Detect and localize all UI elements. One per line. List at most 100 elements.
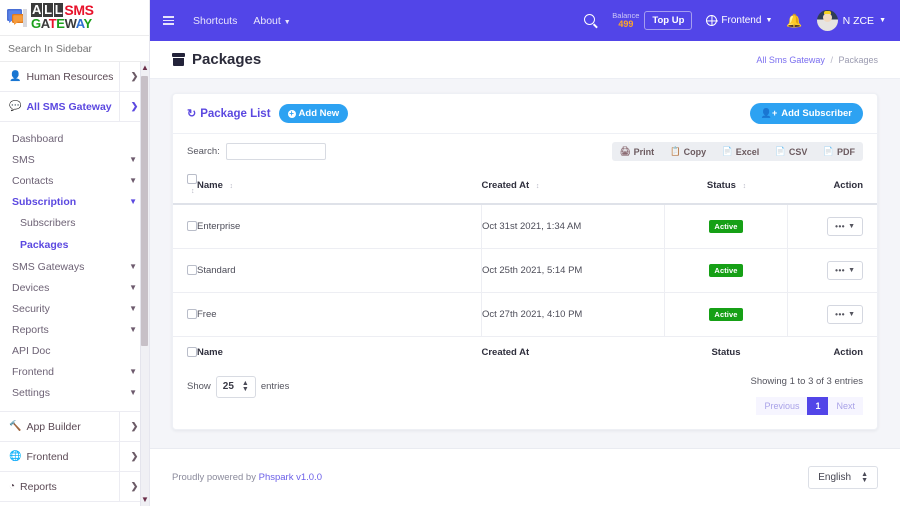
sort-icon[interactable]: ↕ — [230, 183, 233, 190]
cell-name: Enterprise — [197, 204, 482, 249]
sidebar-item-human-resources[interactable]: 👤 Human Resources ❯ — [0, 62, 149, 92]
language-select[interactable]: English ▲ ▼ — [808, 465, 878, 490]
chevron-down-icon[interactable]: ▼ — [129, 388, 137, 397]
cell-name: Standard — [197, 248, 482, 293]
table-foot: Name Created At Status Action — [173, 336, 877, 368]
select-all-checkbox-footer[interactable] — [187, 347, 197, 358]
page-size-select[interactable]: 25 ▲ ▼ — [215, 376, 256, 398]
chevron-down-icon[interactable]: ▼ — [129, 367, 137, 376]
cell-status: Active — [664, 292, 788, 337]
card-header: ↻ Package List + Add New 👤+ Add Subscrib… — [173, 94, 877, 134]
sidebar-subitem-sms-gateways[interactable]: SMS Gateways ▼ — [0, 256, 149, 277]
sort-icon[interactable]: ↕ — [536, 183, 539, 190]
sidebar-item-label: App Builder — [26, 420, 81, 433]
sidebar-subitem-subscription[interactable]: Subscription ▼ — [0, 191, 149, 212]
sidebar-subitem-frontend[interactable]: Frontend ▼ — [0, 361, 149, 382]
sidebar-item-all-sms-gateway[interactable]: 💬 All SMS Gateway ❯ — [0, 92, 149, 122]
chevron-down-icon: ▼ — [848, 267, 855, 274]
balance-display: Balance 499 — [612, 11, 639, 29]
breadcrumb-root-link[interactable]: All Sms Gateway — [756, 55, 825, 65]
app-logo[interactable]: A L L SMS GATEWAY — [6, 3, 94, 32]
chevron-down-icon[interactable]: ▼ — [129, 325, 137, 334]
table-row[interactable]: Enterprise Oct 31st 2021, 1:34 AM Active ••… — [173, 204, 877, 249]
sidebar-subitem-reports[interactable]: Reports ▼ — [0, 319, 149, 340]
row-checkbox[interactable] — [187, 221, 197, 232]
sidebar-subitem-label: Security — [12, 302, 50, 315]
package-list-title: ↻ Package List — [187, 107, 271, 121]
globe-icon: 🌐 — [9, 451, 22, 462]
pagination-page-1[interactable]: 1 — [807, 397, 829, 415]
scroll-up-arrow[interactable]: ▲ — [141, 63, 149, 73]
sidebar-subitem-sms[interactable]: SMS ▼ — [0, 149, 149, 170]
sidebar-subitem-contacts[interactable]: Contacts ▼ — [0, 170, 149, 191]
sidebar-item-reports-bottom[interactable]: ◔ Reports ❯ — [0, 472, 149, 502]
export-excel-button[interactable]: 📄 Excel — [714, 142, 767, 161]
pagination-next[interactable]: Next — [828, 397, 863, 415]
sidebar-subitem-api-doc[interactable]: API Doc — [0, 340, 149, 361]
add-new-button[interactable]: + Add New — [278, 104, 349, 123]
column-header-created-at[interactable]: Created At ↕ — [481, 167, 665, 205]
row-checkbox[interactable] — [187, 265, 197, 276]
refresh-icon[interactable]: ↻ — [187, 107, 196, 120]
chevron-down-icon[interactable]: ▼ — [129, 262, 137, 271]
sort-icon[interactable]: ↕ — [743, 183, 746, 190]
table-row[interactable]: Standard Oct 25th 2021, 5:14 PM Active ••• ▼ — [173, 248, 877, 293]
sidebar-scrollbar[interactable]: ▲ ▼ — [140, 62, 149, 506]
powered-by-link[interactable]: Phspark v1.0.0 — [259, 472, 322, 483]
chevron-down-icon: ▼ — [848, 223, 855, 230]
hamburger-icon[interactable] — [160, 13, 177, 28]
sidebar-subitem-security[interactable]: Security ▼ — [0, 298, 149, 319]
sidebar-scroll-area: 👤 Human Resources ❯ 💬 All SMS Gateway ❯ Dashbo… — [0, 62, 149, 506]
sidebar-search[interactable] — [0, 36, 149, 62]
add-subscriber-button[interactable]: 👤+ Add Subscriber — [749, 103, 863, 124]
chevron-down-icon[interactable]: ▼ — [129, 304, 137, 313]
nav-link-about[interactable]: About ▼ — [253, 15, 290, 27]
sidebar-subitem-label: Packages — [20, 239, 69, 251]
sidebar-subitem-packages[interactable]: Packages — [0, 234, 149, 256]
sidebar-item-app-builder-bottom[interactable]: 🔨 App Builder ❯ — [0, 412, 149, 442]
sort-icon[interactable]: ↕ — [191, 188, 194, 195]
table-row[interactable]: Free Oct 27th 2021, 4:10 PM Active ••• ▼ — [173, 292, 877, 337]
sidebar-subitem-devices[interactable]: Devices ▼ — [0, 277, 149, 298]
sidebar-scroll-thumb[interactable] — [141, 76, 148, 346]
pagination-previous[interactable]: Previous — [756, 397, 808, 415]
sidebar-subitem-dashboard[interactable]: Dashboard — [0, 128, 149, 149]
sidebar-subitem-settings[interactable]: Settings ▼ — [0, 382, 149, 403]
export-csv-button[interactable]: 📄 CSV — [767, 142, 815, 161]
export-copy-button[interactable]: 📋 Copy — [662, 142, 714, 161]
scroll-down-arrow[interactable]: ▼ — [141, 495, 149, 505]
select-all-checkbox[interactable] — [187, 174, 197, 185]
balance-value: 499 — [618, 18, 634, 29]
top-up-button[interactable]: Top Up — [644, 11, 693, 30]
logo-gateway-text: GATEWAY — [31, 16, 92, 32]
row-action-menu-button[interactable]: ••• ▼ — [827, 305, 863, 324]
chevron-down-icon[interactable]: ▼ — [129, 155, 137, 164]
column-header-status[interactable]: Status ↕ — [664, 167, 788, 205]
nav-link-shortcuts[interactable]: Shortcuts — [193, 15, 237, 27]
logo-container[interactable]: A L L SMS GATEWAY — [0, 0, 149, 36]
status-badge: Active — [709, 308, 743, 321]
sidebar-search-input[interactable] — [8, 42, 141, 55]
showing-entries-text: Showing 1 to 3 of 3 entries — [750, 376, 864, 387]
chevron-down-icon[interactable]: ▼ — [129, 176, 137, 185]
user-menu[interactable]: N ZCE ▼ — [816, 10, 886, 31]
table-search-input[interactable] — [225, 143, 326, 160]
export-print-button[interactable]: 🖨 Print — [612, 142, 662, 161]
chat-bubbles-logo-icon — [6, 8, 28, 28]
row-action-menu-button[interactable]: ••• ▼ — [827, 261, 863, 280]
chevron-down-icon[interactable]: ▼ — [129, 283, 137, 292]
export-button-label: PDF — [837, 146, 855, 157]
sidebar-subitem-subscribers[interactable]: Subscribers — [0, 212, 149, 234]
powered-by-prefix: Proudly powered by — [172, 472, 256, 483]
column-header-name[interactable]: Name ↕ — [197, 167, 482, 205]
search-icon[interactable] — [584, 13, 598, 28]
sidebar-item-partial[interactable] — [0, 502, 149, 506]
bell-icon[interactable]: 🔔 — [786, 14, 802, 27]
frontend-menu[interactable]: Frontend ▼ — [706, 15, 772, 26]
spinner-icon: ▲ ▼ — [241, 380, 249, 393]
chevron-down-icon[interactable]: ▼ — [129, 197, 137, 206]
export-pdf-button[interactable]: 📄 PDF — [815, 142, 863, 161]
row-checkbox[interactable] — [187, 309, 197, 320]
sidebar-item-frontend-bottom[interactable]: 🌐 Frontend ❯ — [0, 442, 149, 472]
row-action-menu-button[interactable]: ••• ▼ — [827, 217, 863, 236]
